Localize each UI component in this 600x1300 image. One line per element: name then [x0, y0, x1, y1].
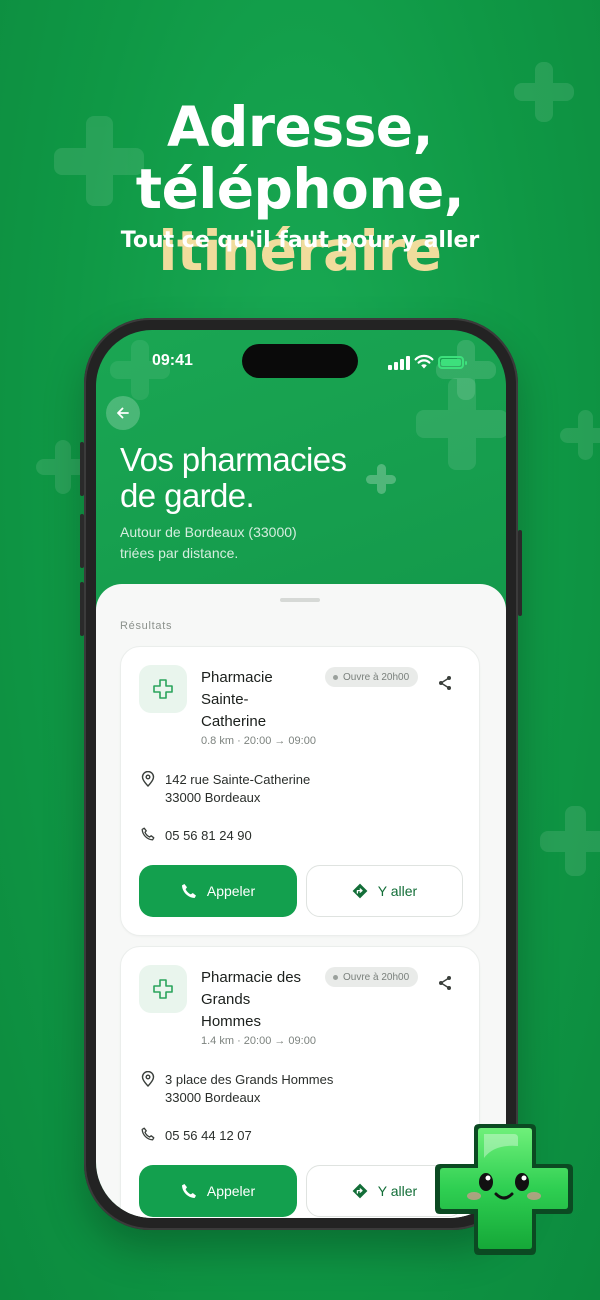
- address-line: 3 place des Grands Hommes: [165, 1072, 334, 1087]
- status-badge-label: Ouvre à 20h00: [343, 971, 410, 983]
- pharmacy-name-line: Sainte-: [201, 691, 249, 708]
- status-dot-icon: [333, 674, 338, 680]
- pharmacy-name-line: Pharmacie des: [201, 969, 302, 986]
- screen-cross-decoration: [366, 464, 396, 494]
- back-button[interactable]: [106, 396, 140, 430]
- pharmacy-card[interactable]: Pharmacie Sainte- Catherine 0.8 km · 20:…: [120, 646, 480, 936]
- pharmacy-address[interactable]: 3 place des Grands Hommes 33000 Bordeaux: [165, 1071, 333, 1107]
- location-pin-icon: [141, 1071, 155, 1087]
- status-badge-label: Ouvre à 20h00: [343, 671, 410, 683]
- pharmacy-phone[interactable]: 05 56 44 12 07: [165, 1128, 252, 1143]
- dynamic-island: [242, 344, 358, 378]
- call-button[interactable]: Appeler: [139, 1165, 297, 1217]
- address-line: 33000 Bordeaux: [165, 1090, 261, 1105]
- headline-line-1: Adresse, téléphone,: [135, 95, 465, 221]
- phone-icon: [141, 1127, 155, 1141]
- pharmacy-address[interactable]: 142 rue Sainte-Catherine 33000 Bordeaux: [165, 771, 310, 807]
- phone-side-button: [518, 530, 522, 616]
- sheet-drag-handle[interactable]: [280, 598, 320, 602]
- status-bar: 09:41: [96, 344, 506, 378]
- status-time: 09:41: [152, 352, 193, 369]
- signal-icon: [388, 356, 410, 370]
- medical-cross-icon: [153, 979, 173, 999]
- phone-side-button: [80, 442, 84, 496]
- medical-cross-icon: [153, 679, 173, 699]
- address-line: 142 rue Sainte-Catherine: [165, 772, 311, 787]
- directions-button-label: Y aller: [377, 1183, 418, 1199]
- page-subtitle: Autour de Bordeaux (33000) triées par di…: [120, 522, 297, 564]
- pharmacy-meta: 0.8 km · 20:00 → 09:00: [201, 735, 316, 747]
- directions-icon: [352, 883, 368, 899]
- pharmacy-name[interactable]: Pharmacie des Grands Hommes: [201, 967, 319, 1033]
- background-cross-decoration: [560, 410, 600, 460]
- pharmacy-name[interactable]: Pharmacie Sainte- Catherine: [201, 667, 319, 733]
- page-subtitle-line-1: Autour de Bordeaux (33000): [120, 524, 297, 540]
- status-badge: Ouvre à 20h00: [325, 967, 419, 987]
- share-icon[interactable]: [437, 975, 453, 991]
- call-button[interactable]: Appeler: [139, 865, 297, 917]
- pharmacy-logo: [139, 665, 187, 713]
- status-badge: Ouvre à 20h00: [325, 667, 419, 687]
- share-icon[interactable]: [437, 675, 453, 691]
- pharmacy-name-line: Pharmacie: [201, 669, 273, 686]
- status-dot-icon: [333, 974, 338, 980]
- pharmacy-card[interactable]: Pharmacie des Grands Hommes 1.4 km · 20:…: [120, 946, 480, 1218]
- phone-icon: [181, 884, 196, 898]
- page-title-line-1: Vos pharmacies: [120, 441, 347, 478]
- cross-mascot-icon: [435, 1124, 573, 1255]
- background-cross-decoration: [540, 806, 600, 876]
- pharmacy-phone[interactable]: 05 56 81 24 90: [165, 828, 252, 843]
- call-button-label: Appeler: [206, 1183, 256, 1199]
- battery-charging-icon: [438, 356, 467, 369]
- wifi-icon: [414, 354, 434, 369]
- pharmacy-name-line: Catherine: [201, 713, 267, 730]
- app-screen: 09:41 Vos pharmacies de garde. Autour de…: [96, 330, 506, 1218]
- phone-side-button: [80, 514, 84, 568]
- directions-button-label: Y aller: [377, 883, 418, 899]
- pharmacy-meta: 1.4 km · 20:00 → 09:00: [201, 1035, 316, 1047]
- directions-button[interactable]: Y aller: [306, 865, 463, 917]
- phone-icon: [141, 827, 155, 841]
- page-subtitle-line-2: triées par distance.: [120, 545, 239, 561]
- results-label: Résultats: [120, 620, 173, 632]
- directions-icon: [352, 1183, 368, 1199]
- page-title-line-2: de garde.: [120, 477, 255, 514]
- page-title: Vos pharmacies de garde.: [120, 441, 347, 514]
- phone-side-button: [80, 582, 84, 636]
- arrow-left-icon: [117, 407, 129, 419]
- phone-icon: [181, 1184, 196, 1198]
- call-button-label: Appeler: [206, 883, 256, 899]
- address-line: 33000 Bordeaux: [165, 790, 261, 805]
- location-pin-icon: [141, 771, 155, 787]
- pharmacy-logo: [139, 965, 187, 1013]
- screen-cross-decoration: [416, 378, 506, 470]
- promo-headline: Adresse, téléphone, itinéraire: [0, 96, 600, 282]
- pharmacy-name-line: Hommes: [201, 1013, 262, 1030]
- phone-frame: 09:41 Vos pharmacies de garde. Autour de…: [80, 318, 522, 1230]
- pharmacy-name-line: Grands: [201, 991, 251, 1008]
- promo-subtitle: Tout ce qu'il faut pour y aller: [120, 228, 480, 253]
